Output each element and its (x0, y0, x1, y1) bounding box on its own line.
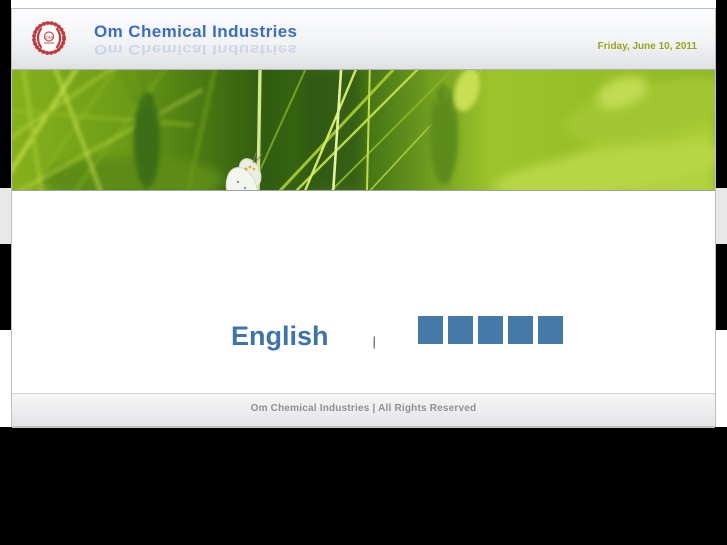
company-name-reflection: Om Chemical Industries (94, 41, 298, 57)
site-wrapper: OM Om Chemical Industries Om Chemical In… (11, 8, 716, 428)
company-logo-icon: OM (32, 21, 66, 55)
company-name: Om Chemical Industries (94, 22, 298, 41)
main-content: English | (12, 191, 715, 393)
banner-image (12, 69, 715, 191)
site-header: OM Om Chemical Industries Om Chemical In… (12, 9, 715, 69)
language-block[interactable] (447, 315, 473, 344)
site-footer: Om Chemical Industries | All Rights Rese… (12, 393, 715, 428)
right-grey-band (716, 188, 727, 244)
wheat-field-graphic (12, 70, 715, 190)
page-canvas: OM Om Chemical Industries Om Chemical In… (0, 0, 727, 545)
page-title: Om Chemical Industries Om Chemical Indus… (94, 22, 297, 59)
bottom-matte (0, 427, 727, 545)
language-block[interactable] (507, 315, 533, 344)
language-block[interactable] (417, 315, 443, 344)
language-selector: English | (12, 191, 715, 352)
language-block[interactable] (537, 315, 563, 344)
language-link-blocks[interactable] (417, 315, 563, 344)
language-link-english[interactable]: English (231, 321, 329, 352)
language-block[interactable] (477, 315, 503, 344)
left-matte (0, 0, 11, 330)
copyright-text: Om Chemical Industries | All Rights Rese… (250, 403, 477, 414)
language-separator: | (372, 334, 376, 349)
current-date: Friday, June 10, 2011 (597, 41, 697, 52)
left-grey-band (0, 188, 11, 244)
svg-text:OM: OM (45, 35, 53, 40)
right-matte (716, 0, 727, 330)
